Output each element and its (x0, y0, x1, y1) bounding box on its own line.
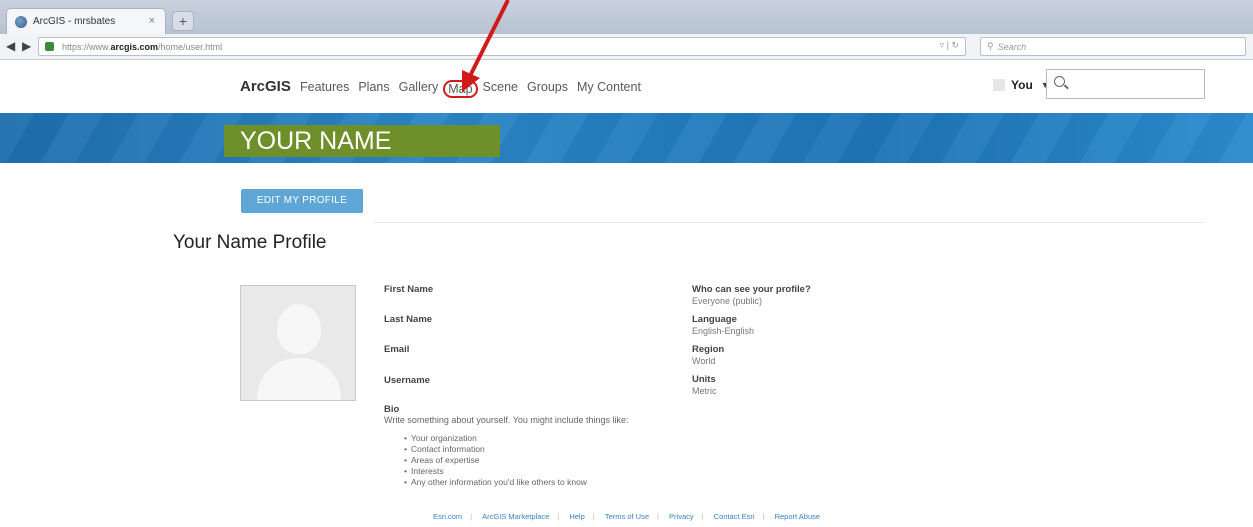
field-language: Language English-English (692, 314, 754, 336)
nav-plans[interactable]: Plans (358, 80, 389, 98)
footer-link-contact[interactable]: Contact Esri (714, 512, 755, 521)
bio-prompt: Write something about yourself. You migh… (384, 415, 629, 425)
field-label: Username (384, 375, 430, 386)
footer-link-terms[interactable]: Terms of Use (605, 512, 649, 521)
bio-label: Bio (384, 404, 400, 415)
field-last-name: Last Name (384, 314, 432, 325)
field-label: Who can see your profile? (692, 284, 811, 295)
list-item: Areas of expertise (404, 455, 628, 466)
new-tab-button[interactable]: + (172, 11, 194, 31)
reload-icon[interactable]: ▿ | ↻ (940, 40, 959, 51)
footer-link-privacy[interactable]: Privacy (669, 512, 694, 521)
browser-tab[interactable]: ArcGIS - mrsbates × (6, 8, 166, 34)
url-path: /home/user.html (158, 41, 223, 52)
top-nav: Features Plans Gallery Map Scene Groups … (300, 80, 650, 98)
list-item: Interests (404, 466, 628, 477)
field-label: Last Name (384, 314, 433, 325)
browser-nav-bar: ◀ ▶ https://www. arcgis.com/home/user.htm… (0, 34, 1253, 60)
search-icon (1054, 76, 1065, 87)
close-tab-icon[interactable]: × (149, 15, 155, 27)
tab-title: ArcGIS - mrsbates (33, 16, 116, 27)
edit-profile-button[interactable]: EDIT MY PROFILE (241, 189, 363, 213)
browser-search-placeholder: Search (997, 41, 1027, 52)
nav-gallery[interactable]: Gallery (399, 80, 439, 98)
field-value: Everyone (public) (692, 296, 763, 306)
banner-name: YOUR NAME (224, 125, 500, 157)
site-footer: Esri.com | ArcGIS Marketplace | Help | Term… (432, 512, 821, 521)
nav-groups[interactable]: Groups (527, 80, 568, 98)
arcgis-logo[interactable]: ArcGIS (240, 78, 291, 95)
bio-section: Bio Write something about yourself. You … (384, 404, 628, 488)
nav-scene[interactable]: Scene (483, 80, 518, 98)
field-value: World (692, 356, 716, 366)
site-header: ArcGIS Features Plans Gallery Map Scene … (0, 64, 1253, 112)
footer-link-esri[interactable]: Esri.com (433, 512, 462, 521)
url-bar[interactable]: https://www. arcgis.com/home/user.html ▿ … (38, 37, 966, 56)
field-username: Username (384, 375, 430, 386)
search-icon: ⚲ (987, 41, 994, 51)
field-region: Region World (692, 344, 724, 366)
site-search-input[interactable] (1046, 69, 1205, 99)
field-label: Email (384, 344, 410, 355)
user-menu[interactable]: You ▼ (993, 78, 1050, 92)
field-label: First Name (384, 284, 434, 295)
url-domain: arcgis.com (110, 41, 159, 52)
lock-icon (45, 42, 54, 51)
url-prefix: https://www. (62, 41, 111, 52)
list-item: Any other information you'd like others … (404, 477, 628, 488)
divider (374, 222, 1204, 223)
profile-banner: YOUR NAME (0, 113, 1253, 163)
user-label: You (1011, 78, 1033, 92)
arcgis-favicon-icon (15, 15, 27, 28)
browser-search-input[interactable]: ⚲ Search (980, 37, 1246, 56)
bio-suggestions: Your organization Contact information Ar… (404, 433, 628, 488)
footer-link-report-abuse[interactable]: Report Abuse (775, 512, 820, 521)
avatar-head-shape (277, 304, 321, 354)
footer-link-marketplace[interactable]: ArcGIS Marketplace (482, 512, 549, 521)
footer-link-help[interactable]: Help (569, 512, 584, 521)
nav-my-content[interactable]: My Content (577, 80, 641, 98)
page-title: Your Name Profile (173, 232, 327, 253)
field-label: Units (692, 374, 716, 385)
back-icon[interactable]: ◀ (6, 39, 15, 53)
list-item: Contact information (404, 444, 628, 455)
forward-icon[interactable]: ▶ (22, 39, 31, 53)
field-units: Units Metric (692, 374, 717, 396)
nav-features[interactable]: Features (300, 80, 349, 98)
field-first-name: First Name (384, 284, 433, 295)
field-value: Metric (692, 386, 717, 396)
avatar-body-shape (257, 358, 341, 400)
field-label: Language (692, 314, 737, 325)
field-visibility: Who can see your profile? Everyone (publ… (692, 284, 811, 306)
field-label: Region (692, 344, 725, 355)
browser-tab-strip: ArcGIS - mrsbates × + (0, 0, 1253, 34)
user-avatar-icon (993, 79, 1005, 91)
field-email: Email (384, 344, 409, 355)
avatar[interactable] (240, 285, 356, 401)
field-value: English-English (692, 326, 755, 336)
nav-map[interactable]: Map (443, 80, 478, 98)
list-item: Your organization (404, 433, 628, 444)
